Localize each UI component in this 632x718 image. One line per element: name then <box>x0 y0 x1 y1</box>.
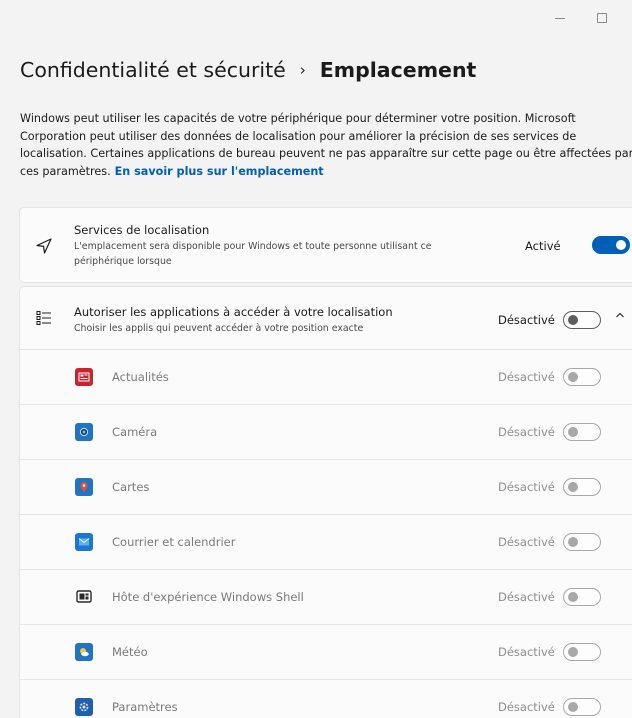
app-row-meteo: Météo Désactivé <box>20 625 632 680</box>
news-icon <box>75 368 93 386</box>
app-state: Désactivé <box>498 480 555 494</box>
app-state: Désactivé <box>498 535 555 549</box>
app-state: Désactivé <box>498 425 555 439</box>
location-services-title: Services de localisation <box>74 223 210 237</box>
app-state: Désactivé <box>498 700 555 714</box>
location-services-state: Activé <box>525 239 561 253</box>
location-services-card: Services de localisation L'emplacement s… <box>19 207 632 283</box>
location-arrow-icon <box>34 236 54 256</box>
app-toggle[interactable] <box>563 478 601 496</box>
settings-icon <box>75 698 93 716</box>
app-name: Hôte d'expérience Windows Shell <box>112 590 304 604</box>
description-line: ces paramètres. <box>20 164 111 178</box>
description-line: Corporation peut utiliser des données de… <box>20 129 577 143</box>
toggle-knob <box>568 427 578 437</box>
breadcrumb-separator-icon: › <box>299 61 306 79</box>
app-access-card: Autoriser les applications à accéder à v… <box>19 286 632 718</box>
mail-icon <box>75 533 93 551</box>
app-access-state: Désactivé <box>498 313 555 327</box>
list-icon <box>34 308 54 328</box>
app-name: Courrier et calendrier <box>112 535 236 549</box>
app-row-courrier: Courrier et calendrier Désactivé <box>20 515 632 570</box>
toggle-knob <box>568 482 578 492</box>
toggle-knob <box>568 315 578 325</box>
page-description: Windows peut utiliser les capacités de v… <box>20 110 632 180</box>
minimize-button[interactable] <box>548 8 572 28</box>
app-name: Caméra <box>112 425 158 439</box>
app-row-camera: Caméra Désactivé <box>20 405 632 460</box>
app-access-title: Autoriser les applications à accéder à v… <box>74 305 393 319</box>
learn-more-link[interactable]: En savoir plus sur l'emplacement <box>115 165 324 178</box>
subtitle-line: périphérique lorsque <box>74 256 172 267</box>
app-row-cartes: Cartes Désactivé <box>20 460 632 515</box>
camera-icon <box>75 423 93 441</box>
page-title: Emplacement <box>319 58 477 82</box>
description-line: localisation. Certaines applications de … <box>20 147 632 160</box>
app-row-parametres: Paramètres Désactivé <box>20 680 632 718</box>
app-toggle[interactable] <box>563 698 601 716</box>
toggle-knob <box>616 240 626 250</box>
maximize-icon <box>597 13 607 23</box>
weather-icon <box>75 643 93 661</box>
maximize-button[interactable] <box>590 8 614 28</box>
app-state: Désactivé <box>498 370 555 384</box>
minimize-icon <box>555 17 565 19</box>
app-toggle[interactable] <box>563 533 601 551</box>
app-row-actualites: Actualités Désactivé <box>20 350 632 405</box>
toggle-knob <box>568 702 578 712</box>
app-access-header[interactable]: Autoriser les applications à accéder à v… <box>20 287 632 350</box>
chevron-up-icon[interactable] <box>613 308 627 322</box>
app-name: Paramètres <box>112 700 178 714</box>
app-access-toggle[interactable] <box>563 311 601 329</box>
app-toggle[interactable] <box>563 643 601 661</box>
location-services-toggle[interactable] <box>592 236 630 254</box>
app-name: Météo <box>112 645 148 659</box>
subtitle-line: L'emplacement sera disponible pour Windo… <box>74 241 432 252</box>
toggle-knob <box>568 372 578 382</box>
app-toggle[interactable] <box>563 368 601 386</box>
location-services-subtitle: L'emplacement sera disponible pour Windo… <box>74 239 432 269</box>
app-row-shell: Hôte d'expérience Windows Shell Désactiv… <box>20 570 632 625</box>
app-name: Cartes <box>112 480 150 494</box>
description-line: Windows peut utiliser les capacités de v… <box>20 112 576 125</box>
toggle-knob <box>568 537 578 547</box>
toggle-knob <box>568 647 578 657</box>
app-name: Actualités <box>112 370 169 384</box>
toggle-knob <box>568 592 578 602</box>
shell-icon <box>75 588 93 606</box>
breadcrumb-parent[interactable]: Confidentialité et sécurité <box>20 58 286 82</box>
settings-window: Confidentialité et sécurité › Emplacemen… <box>0 0 632 718</box>
breadcrumb: Confidentialité et sécurité › Emplacemen… <box>20 58 476 82</box>
maps-icon <box>75 478 93 496</box>
app-toggle[interactable] <box>563 588 601 606</box>
app-toggle[interactable] <box>563 423 601 441</box>
title-bar <box>0 0 632 36</box>
app-state: Désactivé <box>498 645 555 659</box>
app-state: Désactivé <box>498 590 555 604</box>
app-access-subtitle: Choisir les applis qui peuvent accéder à… <box>74 323 364 334</box>
